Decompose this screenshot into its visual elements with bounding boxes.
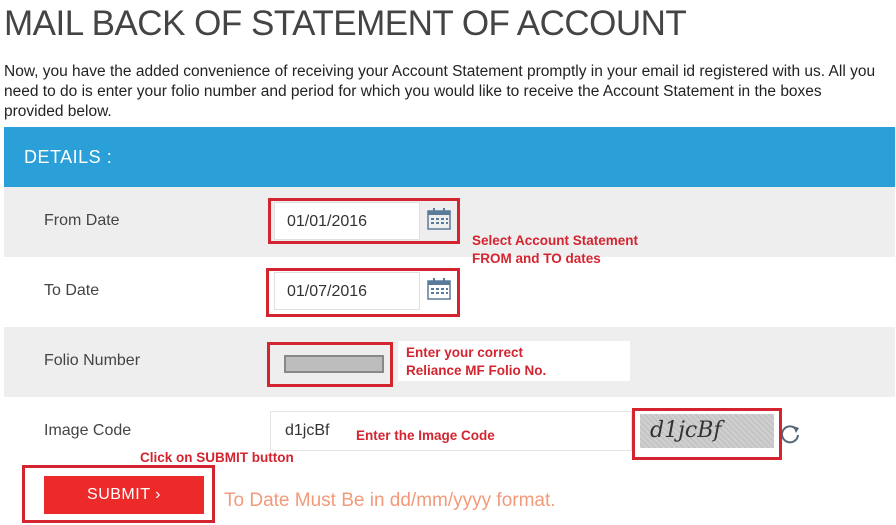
- refresh-icon[interactable]: [779, 423, 801, 445]
- to-date-label: To Date: [44, 282, 100, 299]
- intro-text: Now, you have the added convenience of r…: [4, 63, 876, 120]
- folio-highlight: [267, 342, 393, 387]
- captcha-highlight: [632, 408, 782, 460]
- image-code-label: Image Code: [44, 422, 132, 439]
- page-title: MAIL BACK OF STATEMENT OF ACCOUNT: [4, 4, 687, 43]
- folio-annotation-line1: Enter your correct: [406, 345, 524, 360]
- folio-label: Folio Number: [44, 352, 141, 369]
- folio-annotation: Enter your correct Reliance MF Folio No.: [406, 344, 546, 380]
- details-header-label: DETAILS :: [24, 147, 113, 167]
- submit-highlight: [22, 465, 215, 523]
- to-date-highlight: [266, 268, 460, 317]
- image-code-value: d1jcBf: [285, 422, 330, 439]
- from-date-label: From Date: [44, 212, 120, 229]
- details-header: DETAILS :: [4, 127, 895, 187]
- dates-annotation-line2: FROM and TO dates: [472, 251, 601, 266]
- dates-annotation-line1: Select Account Statement: [472, 233, 639, 248]
- dates-annotation: Select Account Statement FROM and TO dat…: [472, 232, 638, 268]
- submit-annotation: Click on SUBMIT button: [140, 450, 294, 465]
- from-date-highlight: [268, 198, 460, 244]
- error-message: To Date Must Be in dd/mm/yyyy format.: [224, 490, 556, 511]
- folio-annotation-line2: Reliance MF Folio No.: [406, 363, 547, 378]
- image-code-annotation: Enter the Image Code: [356, 428, 495, 443]
